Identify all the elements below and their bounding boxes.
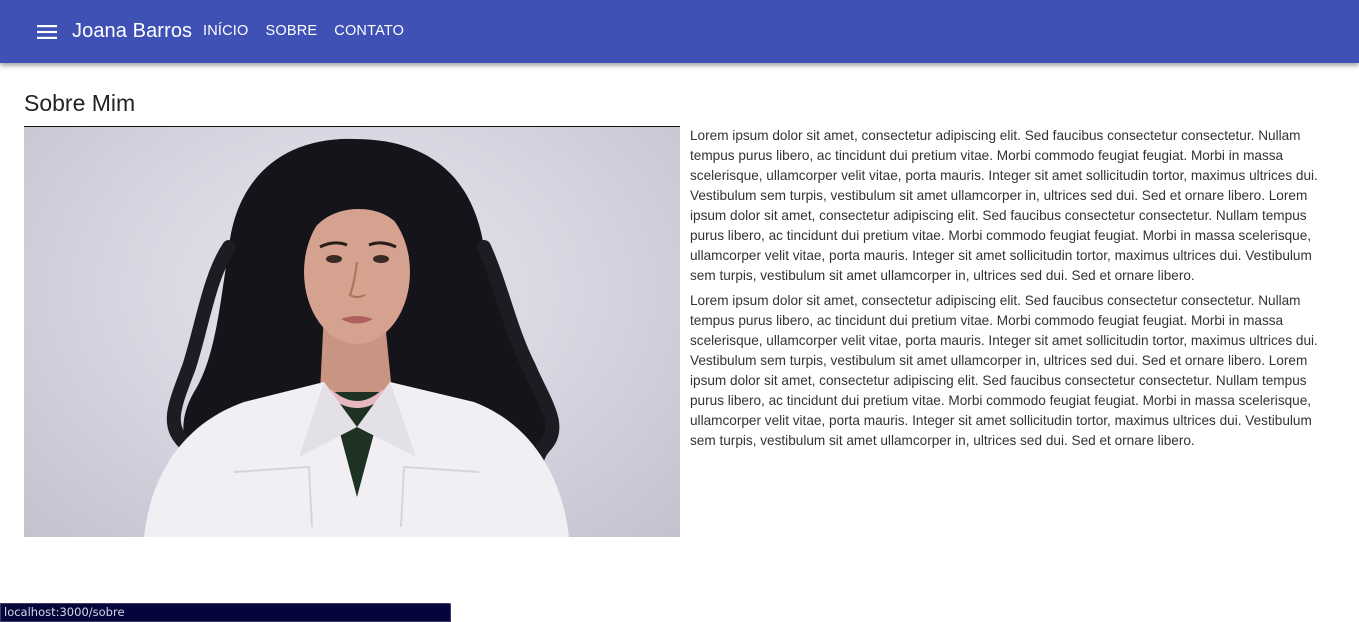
paragraph: Lorem ipsum dolor sit amet, consectetur … [690, 128, 1318, 283]
page-title: Sobre Mim [24, 90, 136, 116]
app-bar: Joana Barros INÍCIO SOBRE CONTATO [0, 0, 1359, 63]
nav-link-sobre[interactable]: SOBRE [266, 20, 318, 42]
portrait-photo [24, 126, 680, 537]
brand-title[interactable]: Joana Barros [72, 18, 192, 44]
about-text: Lorem ipsum dolor sit amet, consectetur … [690, 126, 1330, 456]
paragraph: Lorem ipsum dolor sit amet, consectetur … [690, 293, 1318, 448]
portrait-illustration [144, 138, 569, 537]
nav-link-inicio[interactable]: INÍCIO [203, 20, 249, 42]
nav-link-contato[interactable]: CONTATO [334, 20, 404, 42]
main-nav: INÍCIO SOBRE CONTATO [203, 20, 404, 42]
status-bar-url: localhost:3000/sobre [0, 603, 451, 622]
hamburger-menu-icon[interactable] [30, 19, 64, 45]
